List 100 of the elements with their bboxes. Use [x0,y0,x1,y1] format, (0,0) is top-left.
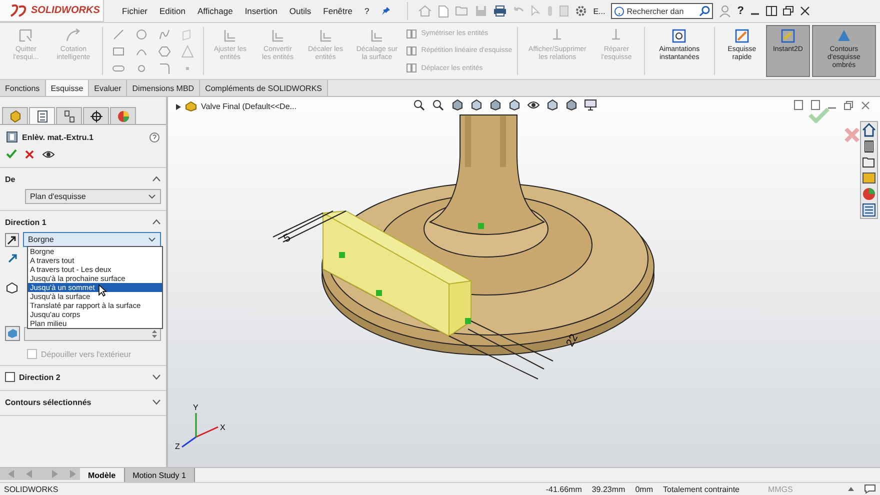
dimension-icon [64,28,82,44]
chevron-icon[interactable] [152,219,161,225]
panel-tab[interactable] [56,107,82,124]
part-icon [8,110,22,122]
command-tab[interactable]: Fonctions [0,80,46,96]
fillet-icon[interactable] [158,62,171,74]
zoom-area-icon[interactable] [432,99,445,111]
menu-item[interactable]: Insertion [244,6,278,16]
section-title: Contours sélectionnés [5,398,92,406]
panel-tab[interactable] [29,107,55,124]
folder-icon[interactable] [862,155,876,169]
search-input[interactable]: Rechercher dan [626,6,697,16]
command-tab[interactable]: Esquisse [46,80,90,96]
command-tab[interactable]: Evaluer [89,80,128,96]
library-icon[interactable] [862,139,876,153]
extrude-cut-icon [6,131,18,143]
property-list-icon [36,110,48,122]
part-icon [185,101,197,112]
tree-item[interactable]: Valve Final (Default<<De... [201,102,296,111]
config-icon [62,110,76,122]
graphics-viewport[interactable]: 5 22 X Y Z Valve Final (Default<<De... [168,97,880,467]
mouse-cursor-icon [98,284,107,297]
caret-icon[interactable] [848,487,854,491]
monitor-icon[interactable] [584,99,597,111]
status-z-coordinate: 0mm [635,484,653,494]
menu-item[interactable]: Outils [289,6,312,16]
magnet-target-icon [670,28,688,44]
menu-item[interactable]: Edition [160,6,186,16]
eye-icon[interactable] [527,99,540,111]
app-logo-text: SOLIDWORKS [31,5,100,16]
restore-icon[interactable] [782,6,794,16]
dimension-value: 5 [282,232,293,246]
color-wheel-icon [116,110,130,122]
circle-icon[interactable] [134,28,148,40]
status-app-name: SOLIDWORKS [4,484,58,494]
chevron-icon[interactable] [152,374,161,380]
start-condition-dropdown[interactable]: Plan d'esquisse [25,189,161,204]
checkbox-label: Dépouiller vers l'extérieur [41,350,132,358]
home-icon[interactable] [862,123,876,137]
section-title: De [5,174,16,184]
chevron-icon[interactable] [152,176,161,182]
spline-icon[interactable] [158,28,171,40]
checkbox[interactable] [5,372,15,382]
ds-logo-icon [10,4,28,18]
toolbar-overflow-label[interactable]: E... [593,6,606,16]
sketch-tool-icon [406,46,418,56]
point-marker [376,290,382,296]
dropdown-caret-icon [148,237,156,242]
printer-icon[interactable] [493,5,508,17]
menu-item[interactable]: Affichage [198,6,233,16]
help-menu[interactable]: ? [737,5,744,17]
line-icon[interactable] [112,28,125,40]
menu-item[interactable]: ? [364,6,370,16]
dropdown-caret-icon [148,194,156,199]
pin-icon[interactable] [381,6,392,16]
reverse-direction-icon[interactable] [5,232,19,246]
end-condition-dropdown[interactable]: Borgne [23,232,161,247]
feature-title: Enlèv. mat.-Extru.1 [22,132,94,142]
eye-icon[interactable] [42,150,55,158]
panel-tab[interactable] [83,107,109,124]
status-x-coordinate: -41.66mm [546,484,582,494]
pencil-icon [732,28,751,44]
settings-icon[interactable] [575,5,588,17]
command-tab[interactable]: Compléments de SOLIDWORKS [200,80,328,96]
point-marker [339,252,345,258]
zoom-icon[interactable] [413,99,426,111]
status-y-coordinate: 39.23mm [592,484,626,494]
axis-triad [182,413,218,448]
help-icon[interactable] [149,132,160,142]
polygon-icon[interactable] [158,44,171,58]
search-icon[interactable] [698,5,710,17]
axis-label: Z [175,442,180,451]
search-field[interactable]: Rechercher dan [611,3,714,19]
expand-arrow-icon[interactable] [176,104,181,110]
checkmark-icon[interactable] [6,149,17,159]
pane-left-icon[interactable] [794,100,803,110]
menu-item[interactable]: Fenêtre [323,6,352,16]
menu-item[interactable]: Fichier [122,6,148,16]
dimension-value: 22 [564,332,581,349]
direction-arrow-icon [7,252,19,264]
chat-bubble-icon[interactable] [864,484,876,494]
point-marker [465,318,471,324]
sketch-tool-icon [406,28,418,39]
close-icon[interactable] [800,6,810,16]
list-icon[interactable] [862,203,876,217]
chevron-icon[interactable] [152,399,161,405]
rectangle-icon[interactable] [112,44,125,58]
crosshair-icon [90,110,102,122]
document-tab[interactable]: Motion Study 1 [124,468,195,482]
axis-label: Y [193,403,198,412]
section-title: Direction 2 [19,372,62,382]
pane-right-icon[interactable] [811,100,820,110]
axis-label: X [220,423,226,432]
confirm-check-icon[interactable] [808,107,830,123]
spinner-arrows-icon[interactable] [151,328,158,338]
command-tab[interactable]: Dimensions MBD [127,80,200,96]
sketch-status: Totalement contrainte [663,484,740,494]
cancel-x-icon[interactable] [25,150,34,158]
tile-icon[interactable] [766,6,777,16]
point-marker [478,223,484,229]
